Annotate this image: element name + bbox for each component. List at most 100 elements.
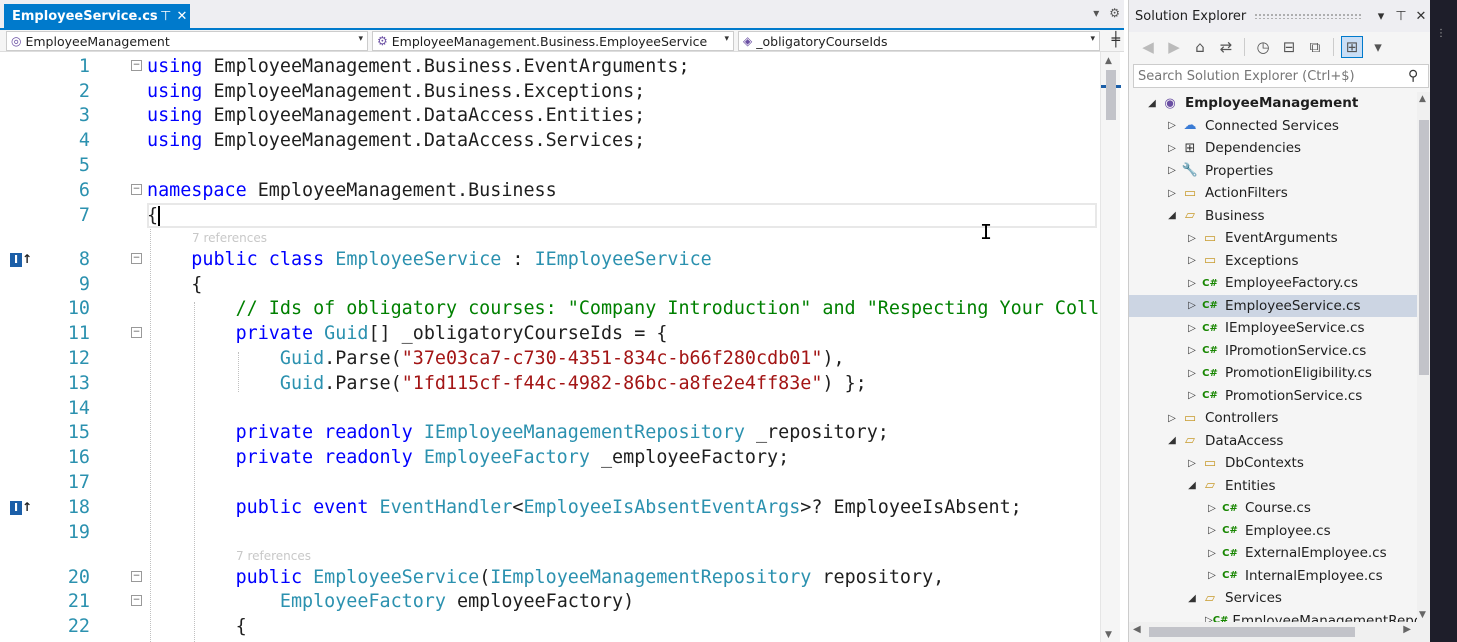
- code-line[interactable]: 20 − public EmployeeService(IEmployeeMana…: [34, 565, 1100, 590]
- tree-item-dataaccess[interactable]: ◢ ▱ DataAccess: [1129, 430, 1417, 453]
- collapse-arrow-icon[interactable]: ◢: [1165, 210, 1179, 221]
- code-line[interactable]: 15 private readonly IEmployeeManagementR…: [34, 420, 1100, 445]
- tree-item-services[interactable]: ◢ ▱ Services: [1129, 587, 1417, 610]
- tree-horizontal-scrollbar[interactable]: ◀ ▶: [1129, 622, 1431, 642]
- window-position-dropdown-icon[interactable]: ▾: [1371, 9, 1391, 24]
- tree-vertical-scrollbar[interactable]: ▲ ▼: [1417, 92, 1431, 622]
- code-line[interactable]: 11 − private Guid[] _obligatoryCourseIds …: [34, 321, 1100, 346]
- expand-arrow-icon[interactable]: ▷: [1165, 413, 1179, 424]
- back-icon[interactable]: ◀: [1137, 36, 1159, 58]
- code-line[interactable]: 10 // Ids of obligatory courses: "Compan…: [34, 296, 1100, 321]
- tree-item-employeefactory-cs[interactable]: ▷ C# EmployeeFactory.cs: [1129, 272, 1417, 295]
- code-line[interactable]: 16 private readonly EmployeeFactory _emp…: [34, 445, 1100, 470]
- tree-item-exceptions[interactable]: ▷ ▭ Exceptions: [1129, 250, 1417, 273]
- close-panel-icon[interactable]: ✕: [1411, 9, 1431, 24]
- expand-arrow-icon[interactable]: ▷: [1185, 300, 1199, 311]
- tree-item-promotioneligibility-cs[interactable]: ▷ C# PromotionEligibility.cs: [1129, 362, 1417, 385]
- expand-arrow-icon[interactable]: ▷: [1165, 165, 1179, 176]
- code-line[interactable]: 3 using EmployeeManagement.DataAccess.Ent…: [34, 103, 1100, 128]
- code-line[interactable]: 6 − namespace EmployeeManagement.Business: [34, 178, 1100, 203]
- code-line[interactable]: 21 − EmployeeFactory employeeFactory): [34, 589, 1100, 614]
- tree-item-properties[interactable]: ▷ 🔧 Properties: [1129, 160, 1417, 183]
- code-line[interactable]: 22 {: [34, 614, 1100, 639]
- pin-tab-icon[interactable]: ⊤: [158, 9, 174, 24]
- codelens-references[interactable]: 7 references: [192, 230, 267, 246]
- pending-changes-filter-icon[interactable]: ◷: [1252, 36, 1274, 58]
- implementation-marker-icon[interactable]: I ↑: [10, 500, 34, 516]
- collapse-arrow-icon[interactable]: ◢: [1145, 98, 1159, 109]
- tab-list-dropdown-icon[interactable]: ▾: [1093, 6, 1099, 20]
- collapse-region-icon[interactable]: −: [131, 571, 142, 582]
- expand-arrow-icon[interactable]: ▷: [1165, 120, 1179, 131]
- implementation-marker-icon[interactable]: I ↑: [10, 252, 34, 268]
- search-icon[interactable]: ⚲: [1408, 68, 1428, 84]
- collapse-arrow-icon[interactable]: ◢: [1165, 435, 1179, 446]
- code-line[interactable]: 1 − using EmployeeManagement.Business.Even…: [34, 54, 1100, 79]
- tree-item-ipromotionservice-cs[interactable]: ▷ C# IPromotionService.cs: [1129, 340, 1417, 363]
- tree-item-dependencies[interactable]: ▷ ⊞ Dependencies: [1129, 137, 1417, 160]
- expand-arrow-icon[interactable]: ▷: [1205, 615, 1213, 622]
- editor-vertical-scrollbar[interactable]: ▲ ▼: [1100, 52, 1121, 642]
- collapse-region-icon[interactable]: −: [131, 253, 142, 264]
- collapse-region-icon[interactable]: −: [131, 327, 142, 338]
- tree-item-course-cs[interactable]: ▷ C# Course.cs: [1129, 497, 1417, 520]
- expand-arrow-icon[interactable]: ▷: [1185, 233, 1199, 244]
- code-text-area[interactable]: 7 references 7 references 1− using Employ…: [34, 52, 1100, 642]
- expand-arrow-icon[interactable]: ▷: [1205, 570, 1219, 581]
- code-line[interactable]: 14: [34, 396, 1100, 421]
- solution-explorer-search[interactable]: ⚲: [1133, 64, 1429, 88]
- project-dropdown[interactable]: ◎ EmployeeManagement ▾: [6, 31, 368, 51]
- expand-arrow-icon[interactable]: ▷: [1165, 188, 1179, 199]
- expand-arrow-icon[interactable]: ▷: [1205, 503, 1219, 514]
- code-line[interactable]: 12 Guid.Parse("37e03ca7-c730-4351-834c-b…: [34, 346, 1100, 371]
- expand-arrow-icon[interactable]: ▷: [1185, 323, 1199, 334]
- collapse-region-icon[interactable]: −: [131, 184, 142, 195]
- collapse-region-icon[interactable]: −: [131, 60, 142, 71]
- codelens-references[interactable]: 7 references: [236, 548, 311, 564]
- pin-panel-icon[interactable]: ⊤: [1391, 9, 1411, 24]
- scroll-up-icon[interactable]: ▲: [1105, 56, 1112, 66]
- code-line[interactable]: 19: [34, 520, 1100, 545]
- tree-item-employeeservice-cs[interactable]: ▷ C# EmployeeService.cs: [1129, 294, 1417, 317]
- tree-item-connected-services[interactable]: ▷ ☁ Connected Services: [1129, 115, 1417, 138]
- expand-arrow-icon[interactable]: ▷: [1205, 525, 1219, 536]
- collapse-region-icon[interactable]: −: [131, 595, 142, 606]
- search-input[interactable]: [1138, 68, 1408, 84]
- tree-item-controllers[interactable]: ▷ ▭ Controllers: [1129, 407, 1417, 430]
- drag-grip[interactable]: [1254, 13, 1363, 19]
- scroll-down-icon[interactable]: ▼: [1419, 610, 1426, 620]
- forward-icon[interactable]: ▶: [1163, 36, 1185, 58]
- toolbar-more-dropdown-icon[interactable]: ▾: [1367, 36, 1389, 58]
- collapse-all-icon[interactable]: ⊟: [1278, 36, 1300, 58]
- collapse-arrow-icon[interactable]: ◢: [1185, 480, 1199, 491]
- code-line[interactable]: 8 − public class EmployeeService : IEmplo…: [34, 247, 1100, 272]
- tree-item-externalemployee-cs[interactable]: ▷ C# ExternalEmployee.cs: [1129, 542, 1417, 565]
- expand-arrow-icon[interactable]: ▷: [1205, 548, 1219, 559]
- tree-item-dbcontexts[interactable]: ▷ ▭ DbContexts: [1129, 452, 1417, 475]
- tree-item-eventarguments[interactable]: ▷ ▭ EventArguments: [1129, 227, 1417, 250]
- code-line[interactable]: 13 Guid.Parse("1fd115cf-f44c-4982-86bc-a…: [34, 371, 1100, 396]
- expand-arrow-icon[interactable]: ▷: [1185, 345, 1199, 356]
- tab-employeeservice-cs[interactable]: EmployeeService.cs ⊤ ✕: [4, 4, 190, 28]
- tree-item-business[interactable]: ◢ ▱ Business: [1129, 205, 1417, 228]
- code-line[interactable]: 5: [34, 153, 1100, 178]
- tree-item-employee-cs[interactable]: ▷ C# Employee.cs: [1129, 520, 1417, 543]
- show-all-files-icon[interactable]: ⧉: [1304, 36, 1326, 58]
- code-line[interactable]: 18 public event EventHandler<EmployeeIsA…: [34, 495, 1100, 520]
- close-tab-icon[interactable]: ✕: [174, 9, 190, 24]
- settings-gear-icon[interactable]: ⚙: [1109, 6, 1120, 20]
- code-line[interactable]: 2 using EmployeeManagement.Business.Excep…: [34, 79, 1100, 104]
- expand-arrow-icon[interactable]: ▷: [1165, 143, 1179, 154]
- home-icon[interactable]: ⌂: [1189, 36, 1211, 58]
- switch-views-icon[interactable]: ⇄: [1215, 36, 1237, 58]
- tree-item-iemployeeservice-cs[interactable]: ▷ C# IEmployeeService.cs: [1129, 317, 1417, 340]
- tree-item-actionfilters[interactable]: ▷ ▭ ActionFilters: [1129, 182, 1417, 205]
- collapse-arrow-icon[interactable]: ◢: [1185, 593, 1199, 604]
- tree-item-internalemployee-cs[interactable]: ▷ C# InternalEmployee.cs: [1129, 565, 1417, 588]
- split-window-icon[interactable]: ╪: [1112, 32, 1120, 48]
- type-dropdown[interactable]: ⚙ EmployeeManagement.Business.EmployeeSe…: [372, 31, 734, 51]
- scrollbar-thumb[interactable]: [1419, 120, 1429, 375]
- tree-item-employeemanagementrepository-cs[interactable]: ▷C#EmployeeManagementRepository.cs: [1129, 610, 1417, 622]
- scroll-down-icon[interactable]: ▼: [1105, 630, 1112, 640]
- overflow-dots-icon[interactable]: ⋮: [1436, 28, 1446, 39]
